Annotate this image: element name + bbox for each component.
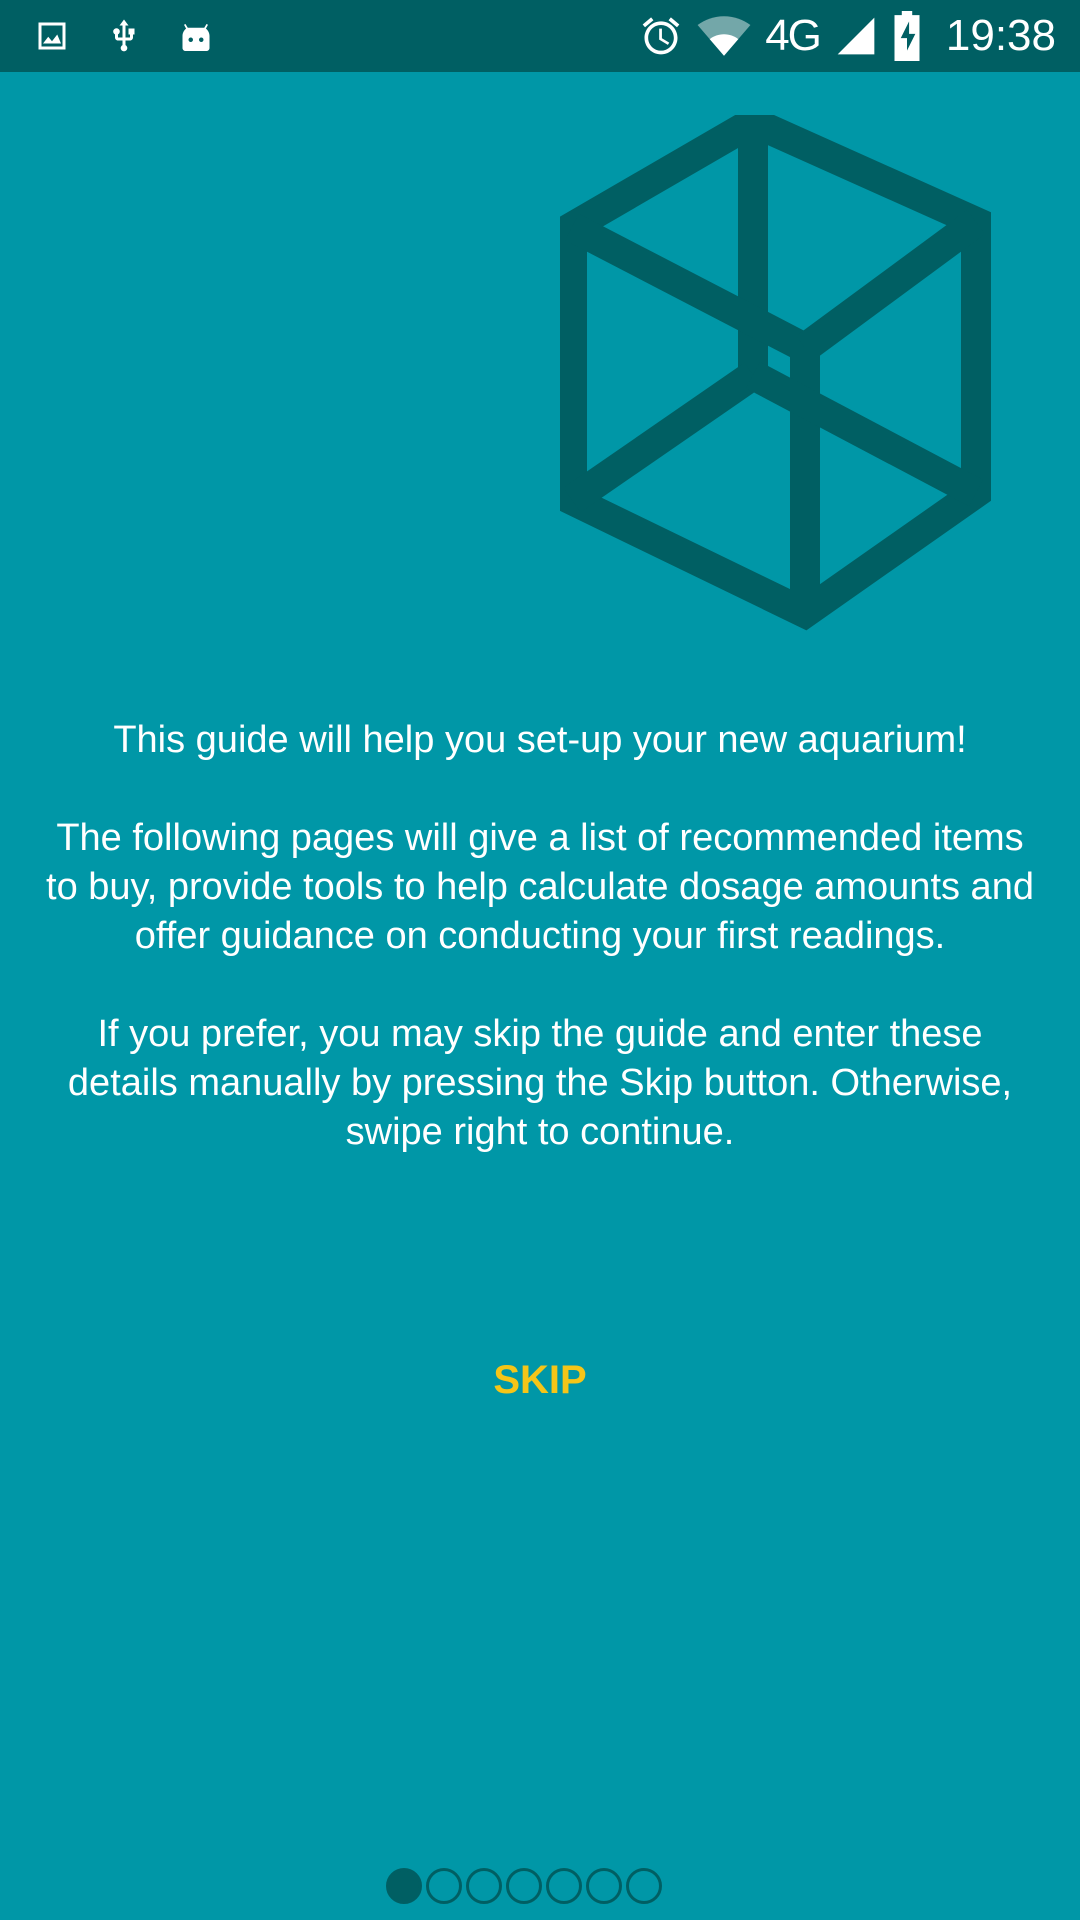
page-dot[interactable] [626,1868,662,1904]
page-indicator [386,1864,662,1908]
android-icon [178,16,214,56]
signal-icon [834,14,878,58]
status-notifications [34,12,214,60]
page-dot[interactable] [546,1868,582,1904]
intro-paragraph: The following pages will give a list of … [46,817,1034,957]
image-icon [34,18,70,54]
status-bar: 4G 19:38 [0,0,1080,72]
page-dot[interactable] [506,1868,542,1904]
page-dot[interactable] [586,1868,622,1904]
skip-button[interactable]: SKIP [440,1350,640,1410]
intro-paragraph: If you prefer, you may skip the guide an… [67,1013,1013,1153]
intro-paragraph: This guide will help you set-up your new… [113,719,967,761]
battery-charging-icon [892,11,922,61]
page-dot[interactable] [426,1868,462,1904]
page-dot[interactable] [386,1868,422,1904]
page-dot[interactable] [466,1868,502,1904]
usb-icon [106,14,142,58]
alarm-icon [639,14,683,58]
network-type-label: 4G [765,11,822,60]
wifi-icon [697,14,751,58]
cube-icon [557,105,1000,635]
status-system: 4G 19:38 [639,0,1056,72]
intro-text: This guide will help you set-up your new… [40,716,1040,1157]
clock: 19:38 [945,11,1056,60]
